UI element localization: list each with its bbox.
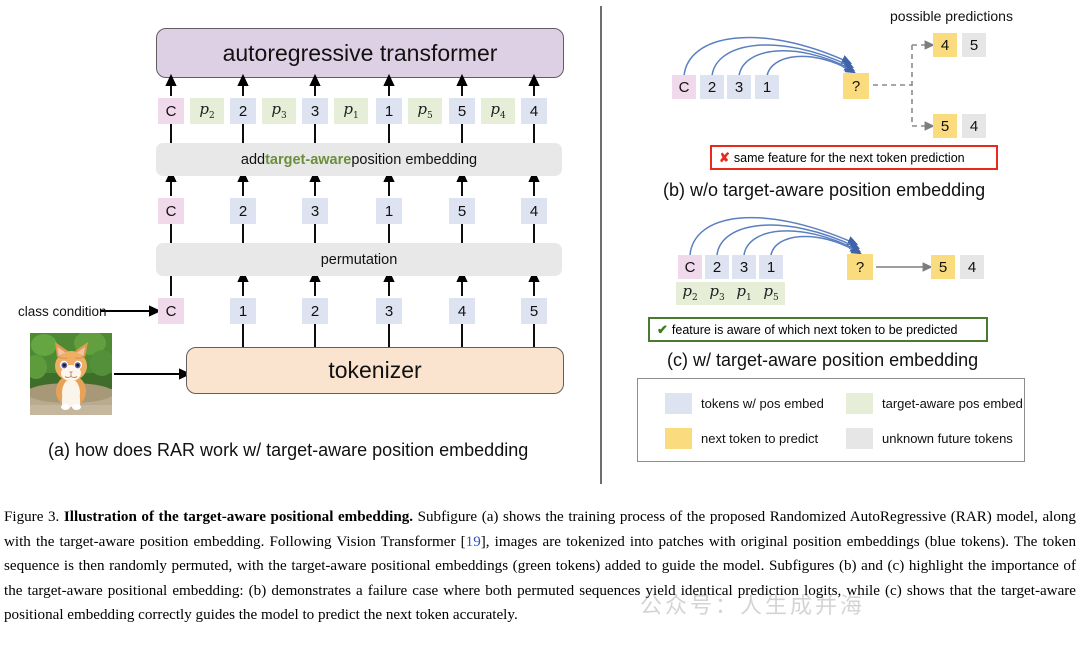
legend-swatch-green [846, 393, 873, 414]
figure-caption: Figure 3. Illustration of the target-awa… [4, 505, 1076, 628]
figure-illustration: autoregressive transformer C p2 2 p3 3 p… [0, 0, 1080, 490]
panel-c-pos-0: p2 [676, 282, 704, 305]
figure-citation: 19 [465, 533, 481, 550]
panel-c-note: ✔ feature is aware of which next token t… [648, 317, 988, 342]
legend-swatch-gray [846, 428, 873, 449]
panel-c-query-token: ? [847, 254, 873, 280]
legend-label-2: next token to predict [701, 431, 819, 446]
legend-swatch-yellow [665, 428, 692, 449]
panel-c-pos-2: p1 [730, 282, 758, 305]
panel-c-context-0: C [678, 255, 702, 279]
panel-c-context-1: 2 [705, 255, 729, 279]
figure-number: Figure 3. [4, 509, 60, 525]
panel-c-pos-3: p5 [757, 282, 785, 305]
legend-item-2: next token to predict [665, 428, 818, 449]
figure-caption-title: Illustration of the target-aware positio… [63, 509, 414, 525]
legend-item-0: tokens w/ pos embed [665, 393, 824, 414]
legend-swatch-blue [665, 393, 692, 414]
panel-c-context-3: 1 [759, 255, 783, 279]
panel-c-prediction-0: 5 [931, 255, 955, 279]
legend-box: tokens w/ pos embed target-aware pos emb… [637, 378, 1025, 462]
panel-c-context-2: 3 [732, 255, 756, 279]
watermark: 公众号：人生成并海 [640, 594, 866, 619]
legend-item-1: target-aware pos embed [846, 393, 1023, 414]
panel-c-prediction-1: 4 [960, 255, 984, 279]
legend-item-3: unknown future tokens [846, 428, 1013, 449]
panel-c-caption: (c) w/ target-aware position embedding [667, 350, 979, 370]
legend-label-0: tokens w/ pos embed [701, 396, 824, 411]
panel-c-note-text: feature is aware of which next token to … [671, 322, 958, 337]
check-icon: ✔ [657, 321, 668, 337]
legend-label-1: target-aware pos embed [882, 396, 1023, 411]
panel-c-pos-1: p3 [703, 282, 731, 305]
legend-label-3: unknown future tokens [882, 431, 1013, 446]
